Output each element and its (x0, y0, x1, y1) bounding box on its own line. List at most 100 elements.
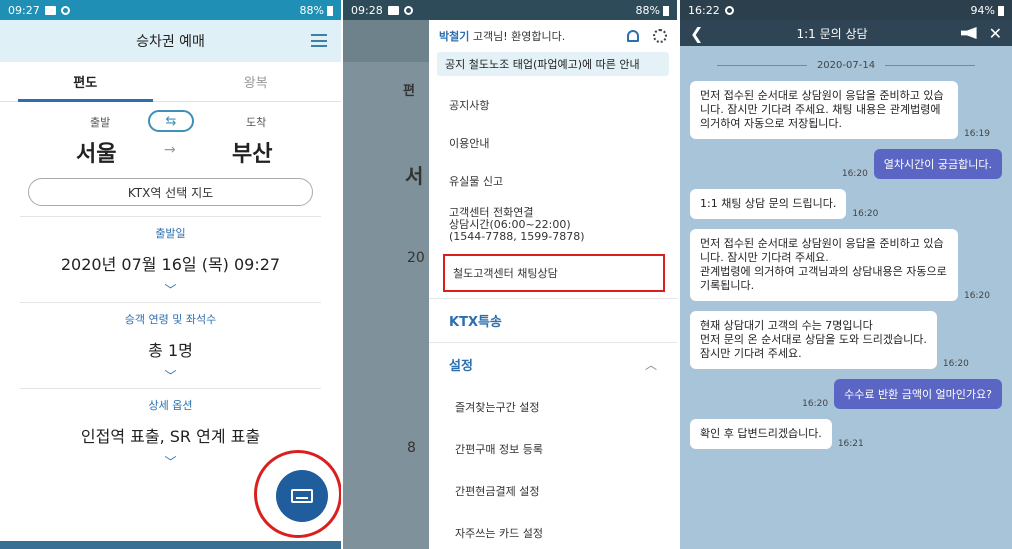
message-bubble: 먼저 접수된 순서대로 상담원이 응답을 준비하고 있습니다. 잠시만 기다려 … (690, 81, 958, 139)
call-center-numbers: (1544-7788, 1599-7878) (449, 230, 585, 243)
bottom-bar (0, 541, 341, 549)
bell-icon[interactable] (627, 30, 639, 42)
dimmed-city-text: 서 (405, 164, 424, 188)
page-title: 승차권 예매 (136, 34, 205, 50)
passenger-field[interactable]: 승객 연령 및 좌석수 총 1명 ﹀ (0, 303, 341, 384)
message-time: 16:20 (852, 209, 879, 219)
message-time: 16:20 (942, 359, 969, 369)
incoming-message: 현재 상담대기 고객의 수는 7명입니다 먼저 문의 온 순서대로 상담을 도와… (690, 311, 1002, 369)
battery-percent: 94% (970, 3, 995, 17)
divider-line (885, 65, 976, 66)
route-selector: 출발 도착 ⇆ 서울 → 부산 (0, 102, 341, 172)
gear-icon[interactable] (653, 29, 667, 43)
user-name: 박철기 (439, 30, 470, 43)
status-bar: 16:22 94% (680, 0, 1012, 20)
status-bar: 09:27 88% (0, 0, 341, 20)
screen-chat: 16:22 94% ❮ 1:1 문의 상담 ✕ 2020-07-14 먼저 접수… (680, 0, 1012, 549)
menu-list: 공지사항 이용안내 유실물 신고 고객센터 전화연결 상담시간(06:00~22… (429, 86, 677, 292)
dimmed-background[interactable]: 편 서 20 8 (343, 20, 433, 549)
menu-item-card-settings[interactable]: 자주쓰는 카드 설정 (429, 512, 677, 549)
menu-item-guide[interactable]: 이용안내 (429, 124, 677, 162)
highlight-circle (254, 450, 341, 538)
section-ktx-delivery[interactable]: KTX특송 (429, 298, 677, 342)
message-bubble: 1:1 채팅 상담 문의 드립니다. (690, 189, 847, 219)
settings-status-icon (403, 5, 413, 15)
passenger-label: 승객 연령 및 좌석수 (124, 313, 217, 326)
gallery-icon (387, 5, 399, 15)
settings-status-icon (724, 5, 734, 15)
message-bubble: 열차시간이 궁금합니다. (873, 149, 1002, 179)
departure-date-value: 2020년 07월 16일 (목) 09:27 (60, 255, 281, 274)
section-settings[interactable]: 설정 ︿ (429, 342, 677, 386)
swap-stations-button[interactable]: ⇆ (148, 110, 194, 132)
incoming-message: 1:1 채팅 상담 문의 드립니다. 16:20 (690, 189, 1002, 219)
status-time: 09:28 (351, 3, 383, 17)
arrival-station[interactable]: 부산 (232, 136, 272, 168)
gallery-icon (44, 5, 56, 15)
chevron-up-icon: ︿ (644, 358, 657, 372)
screen-ticket-booking: 09:27 88% 승차권 예매 편도 왕복 출발 도착 ⇆ 서울 → 부산 K… (0, 0, 341, 549)
hamburger-menu-icon[interactable] (311, 34, 327, 47)
passenger-value: 총 1명 (148, 341, 193, 360)
menu-item-call-center[interactable]: 고객센터 전화연결 상담시간(06:00~22:00) (1544-7788, … (429, 200, 677, 250)
message-list: 먼저 접수된 순서대로 상담원이 응답을 준비하고 있습니다. 잠시만 기다려 … (680, 81, 1012, 449)
greeting: 박철기 고객님! 환영합니다. (439, 28, 565, 44)
message-time: 16:20 (841, 169, 868, 179)
greeting-text: 고객님! 환영합니다. (469, 30, 566, 43)
menu-item-chat-consultation[interactable]: 철도고객센터 채팅상담 (443, 254, 665, 292)
menu-item-favorite-routes[interactable]: 즐겨찾는구간 설정 (429, 386, 677, 428)
chat-title: 1:1 문의 상담 (796, 26, 868, 41)
detail-options-value: 인접역 표출, SR 연계 표출 (80, 427, 261, 446)
departure-station[interactable]: 서울 (76, 136, 116, 168)
message-time: 16:19 (964, 129, 990, 139)
departure-label: 출발 (90, 116, 111, 129)
chat-date: 2020-07-14 (816, 60, 876, 71)
header-icons (627, 29, 667, 43)
departure-date-label: 출발일 (155, 227, 186, 240)
dimmed-option-text: 8 (407, 440, 416, 456)
chevron-down-icon: ﹀ (164, 283, 177, 297)
drawer-header: 박철기 고객님! 환영합니다. (429, 20, 677, 52)
chat-header: ❮ 1:1 문의 상담 ✕ (680, 20, 1012, 46)
swap-icon: ⇆ (165, 113, 177, 129)
screen-menu-drawer: 09:28 88% 편 서 20 8 박철기 고객님! 환영합니다. 공지 철도… (343, 0, 677, 549)
menu-item-lost-found[interactable]: 유실물 신고 (429, 162, 677, 200)
message-bubble: 먼저 접수된 순서대로 상담원이 응답을 준비하고 있습니다. 잠시만 기다려 … (690, 229, 958, 301)
section-ktx-label: KTX특송 (449, 315, 502, 330)
battery-icon (327, 5, 333, 16)
menu-item-notices[interactable]: 공지사항 (429, 86, 677, 124)
settings-submenu: 즐겨찾는구간 설정 간편구매 정보 등록 간편현금결제 설정 자주쓰는 카드 설… (429, 386, 677, 549)
megaphone-icon[interactable] (960, 27, 977, 39)
incoming-message: 확인 후 답변드리겠습니다. 16:21 (690, 419, 1002, 449)
trip-type-tabs: 편도 왕복 (0, 62, 341, 102)
message-time: 16:20 (802, 399, 829, 409)
dimmed-tab-text: 편 (403, 84, 415, 99)
section-settings-label: 설정 (449, 359, 473, 374)
arrow-right-icon: → (164, 142, 176, 158)
settings-status-icon (60, 5, 70, 15)
status-time: 09:27 (8, 3, 40, 17)
departure-date-field[interactable]: 출발일 2020년 07월 16일 (목) 09:27 ﹀ (0, 217, 341, 298)
dimmed-date-text: 20 (407, 250, 425, 266)
message-bubble: 수수료 반환 금액이 얼마인가요? (834, 379, 1002, 409)
message-time: 16:21 (837, 439, 864, 449)
app-bar: 승차권 예매 (0, 20, 341, 62)
arrival-label: 도착 (246, 116, 267, 129)
battery-icon (663, 5, 669, 16)
back-icon[interactable]: ❮ (690, 24, 703, 43)
status-bar: 09:28 88% (343, 0, 677, 20)
incoming-message: 먼저 접수된 순서대로 상담원이 응답을 준비하고 있습니다. 잠시만 기다려 … (690, 229, 1002, 301)
outgoing-message: 16:20 수수료 반환 금액이 얼마인가요? (690, 379, 1002, 409)
tab-one-way[interactable]: 편도 (0, 62, 171, 102)
tab-round-trip[interactable]: 왕복 (171, 62, 342, 101)
dimmed-appbar (343, 20, 433, 62)
divider-line (716, 65, 807, 66)
menu-item-quick-purchase[interactable]: 간편구매 정보 등록 (429, 428, 677, 470)
battery-percent: 88% (299, 3, 324, 17)
station-map-button[interactable]: KTX역 선택 지도 (28, 178, 313, 206)
chevron-down-icon: ﹀ (164, 369, 177, 383)
outgoing-message: 16:20 열차시간이 궁금합니다. (690, 149, 1002, 179)
notice-banner[interactable]: 공지 철도노조 태업(파업예고)에 따른 안내 (437, 52, 669, 76)
menu-item-quick-cash-pay[interactable]: 간편현금결제 설정 (429, 470, 677, 512)
close-icon[interactable]: ✕ (989, 24, 1002, 43)
